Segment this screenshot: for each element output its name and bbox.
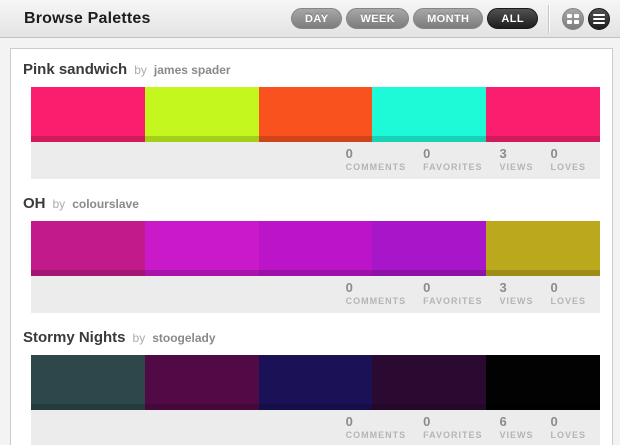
palette-title-row: Stormy Nights by stoogelady	[23, 329, 600, 349]
stat-label: COMMENTS	[345, 430, 407, 440]
stat-views: 6 VIEWS	[499, 415, 533, 445]
stat-views: 3 VIEWS	[499, 281, 533, 313]
header-bar: Browse Palettes DAY WEEK MONTH ALL	[0, 0, 620, 38]
palette-name[interactable]: Stormy Nights	[23, 329, 126, 346]
color-swatch[interactable]	[258, 355, 373, 410]
stat-favorites: 0 FAVORITES	[423, 281, 482, 313]
by-label: by	[132, 331, 146, 345]
color-swatch[interactable]	[31, 355, 145, 410]
color-swatch[interactable]	[486, 87, 600, 142]
filter-week-button[interactable]: WEEK	[346, 8, 410, 29]
page-title: Browse Palettes	[24, 9, 151, 27]
color-swatch[interactable]	[486, 221, 600, 276]
stat-comments: 0 COMMENTS	[346, 415, 407, 445]
palette-stats-bar: 0 COMMENTS 0 FAVORITES 3 VIEWS 0 LOVES	[31, 276, 600, 313]
stat-value: 0	[345, 280, 353, 295]
stat-label: VIEWS	[499, 296, 534, 306]
stat-value: 0	[550, 146, 558, 161]
stat-label: LOVES	[550, 162, 586, 172]
header-divider	[548, 4, 549, 33]
color-swatch[interactable]	[144, 355, 259, 410]
color-swatch[interactable]	[144, 87, 259, 142]
stat-value: 0	[550, 280, 558, 295]
palette-swatches	[31, 355, 600, 410]
stat-value: 0	[345, 146, 353, 161]
color-swatch[interactable]	[372, 87, 487, 142]
stat-label: LOVES	[550, 430, 586, 440]
palette-title-row: OH by colourslave	[23, 195, 600, 215]
stat-value: 6	[499, 414, 507, 429]
palette-card: Stormy Nights by stoogelady 0 COMMENTS 0…	[23, 329, 600, 445]
color-swatch[interactable]	[372, 355, 487, 410]
palette-name[interactable]: Pink sandwich	[23, 61, 127, 78]
stat-label: VIEWS	[499, 430, 534, 440]
time-filter-group: DAY WEEK MONTH ALL	[291, 8, 538, 29]
stat-value: 0	[423, 414, 431, 429]
stat-value: 3	[499, 146, 507, 161]
stat-value: 0	[423, 280, 431, 295]
stat-value: 0	[550, 414, 558, 429]
stat-label: LOVES	[550, 296, 586, 306]
filter-all-button[interactable]: ALL	[487, 8, 538, 29]
stat-loves: 0 LOVES	[550, 281, 586, 313]
color-swatch[interactable]	[258, 221, 373, 276]
palette-title-row: Pink sandwich by james spader	[23, 61, 600, 81]
stat-label: FAVORITES	[423, 430, 483, 440]
stat-favorites: 0 FAVORITES	[423, 415, 482, 445]
stat-label: COMMENTS	[345, 296, 407, 306]
stat-label: VIEWS	[499, 162, 534, 172]
stat-label: COMMENTS	[345, 162, 407, 172]
list-view-button[interactable]	[588, 7, 610, 30]
stat-label: FAVORITES	[423, 162, 483, 172]
palette-stats-bar: 0 COMMENTS 0 FAVORITES 6 VIEWS 0 LOVES	[31, 410, 600, 445]
color-swatch[interactable]	[372, 221, 487, 276]
palette-swatches	[31, 221, 600, 276]
color-swatch[interactable]	[31, 221, 145, 276]
palette-author[interactable]: james spader	[154, 63, 231, 77]
grid-view-button[interactable]	[562, 7, 584, 30]
stat-value: 0	[345, 414, 353, 429]
filter-day-button[interactable]: DAY	[291, 8, 343, 29]
palette-card: Pink sandwich by james spader 0 COMMENTS…	[23, 61, 600, 179]
color-swatch[interactable]	[144, 221, 259, 276]
color-swatch[interactable]	[258, 87, 373, 142]
stat-comments: 0 COMMENTS	[346, 147, 407, 179]
palette-stats-bar: 0 COMMENTS 0 FAVORITES 3 VIEWS 0 LOVES	[31, 142, 600, 179]
palette-swatches	[31, 87, 600, 142]
color-swatch[interactable]	[486, 355, 600, 410]
filter-month-button[interactable]: MONTH	[413, 8, 484, 29]
stat-loves: 0 LOVES	[550, 415, 586, 445]
stat-value: 3	[499, 280, 507, 295]
stat-comments: 0 COMMENTS	[346, 281, 407, 313]
palette-author[interactable]: stoogelady	[152, 331, 215, 345]
stat-views: 3 VIEWS	[499, 147, 533, 179]
stat-favorites: 0 FAVORITES	[423, 147, 482, 179]
stat-label: FAVORITES	[423, 296, 483, 306]
palette-name[interactable]: OH	[23, 195, 46, 212]
palette-card: OH by colourslave 0 COMMENTS 0 FAVORITES…	[23, 195, 600, 313]
stat-loves: 0 LOVES	[550, 147, 586, 179]
content-panel: Pink sandwich by james spader 0 COMMENTS…	[10, 48, 613, 445]
header-controls: DAY WEEK MONTH ALL	[291, 4, 610, 33]
palette-author[interactable]: colourslave	[72, 197, 139, 211]
stat-value: 0	[423, 146, 431, 161]
list-view-icon	[593, 13, 605, 24]
grid-view-icon	[567, 13, 579, 24]
by-label: by	[52, 197, 66, 211]
by-label: by	[134, 63, 147, 77]
color-swatch[interactable]	[31, 87, 145, 142]
